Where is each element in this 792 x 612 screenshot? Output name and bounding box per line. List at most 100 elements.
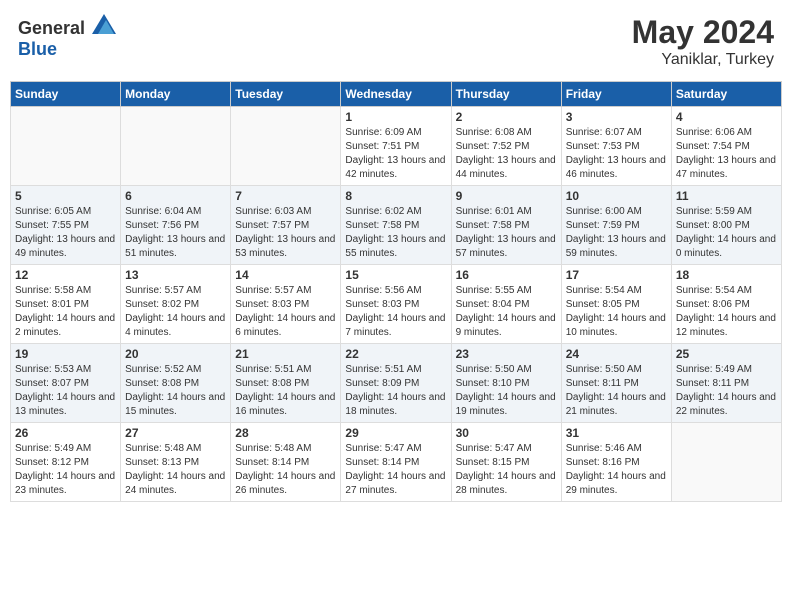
day-info: Sunrise: 5:48 AMSunset: 8:14 PMDaylight:… — [235, 442, 336, 498]
logo-icon — [92, 14, 116, 34]
calendar-cell — [671, 423, 781, 502]
calendar-cell: 8 Sunrise: 6:02 AMSunset: 7:58 PMDaylight… — [341, 186, 451, 265]
day-info: Sunrise: 5:55 AMSunset: 8:04 PMDaylight:… — [456, 284, 557, 340]
day-number: 14 — [235, 268, 336, 282]
day-info: Sunrise: 5:57 AMSunset: 8:02 PMDaylight:… — [125, 284, 226, 340]
calendar-cell: 7 Sunrise: 6:03 AMSunset: 7:57 PMDaylight… — [231, 186, 341, 265]
day-info: Sunrise: 5:52 AMSunset: 8:08 PMDaylight:… — [125, 363, 226, 419]
day-info: Sunrise: 5:57 AMSunset: 8:03 PMDaylight:… — [235, 284, 336, 340]
calendar-cell: 5Sunrise: 6:05 AMSunset: 7:55 PMDaylight… — [11, 186, 121, 265]
calendar-cell: 22 Sunrise: 5:51 AMSunset: 8:09 PMDayligh… — [341, 344, 451, 423]
calendar-cell: 17 Sunrise: 5:54 AMSunset: 8:05 PMDayligh… — [561, 265, 671, 344]
calendar-week-row: 12 Sunrise: 5:58 AMSunset: 8:01 PMDayligh… — [11, 265, 782, 344]
day-info: Sunrise: 5:47 AMSunset: 8:15 PMDaylight:… — [456, 442, 557, 498]
calendar-cell: 25 Sunrise: 5:49 AMSunset: 8:11 PMDayligh… — [671, 344, 781, 423]
calendar-cell: 11 Sunrise: 5:59 AMSunset: 8:00 PMDayligh… — [671, 186, 781, 265]
calendar-cell: 1 Sunrise: 6:09 AMSunset: 7:51 PMDaylight… — [341, 107, 451, 186]
calendar-cell: 4 Sunrise: 6:06 AMSunset: 7:54 PMDaylight… — [671, 107, 781, 186]
calendar-cell: 18Sunrise: 5:54 AMSunset: 8:06 PMDayligh… — [671, 265, 781, 344]
month-year: May 2024 — [632, 14, 774, 51]
day-info: Sunrise: 6:09 AMSunset: 7:51 PMDaylight:… — [345, 126, 446, 182]
day-info: Sunrise: 5:51 AMSunset: 8:09 PMDaylight:… — [345, 363, 446, 419]
day-number: 27 — [125, 426, 226, 440]
day-number: 26 — [15, 426, 116, 440]
calendar-cell: 27 Sunrise: 5:48 AMSunset: 8:13 PMDayligh… — [121, 423, 231, 502]
day-number: 25 — [676, 347, 777, 361]
day-info: Sunrise: 6:03 AMSunset: 7:57 PMDaylight:… — [235, 205, 336, 261]
day-info: Sunrise: 5:46 AMSunset: 8:16 PMDaylight:… — [566, 442, 667, 498]
day-number: 15 — [345, 268, 446, 282]
day-number: 24 — [566, 347, 667, 361]
day-info: Sunrise: 5:51 AMSunset: 8:08 PMDaylight:… — [235, 363, 336, 419]
calendar-cell: 9Sunrise: 6:01 AMSunset: 7:58 PMDaylight… — [451, 186, 561, 265]
day-number: 4 — [676, 110, 777, 124]
day-number: 7 — [235, 189, 336, 203]
header: General Blue May 2024 Yaniklar, Turkey — [10, 10, 782, 73]
day-number: 22 — [345, 347, 446, 361]
day-number: 29 — [345, 426, 446, 440]
day-number: 21 — [235, 347, 336, 361]
calendar-week-row: 1 Sunrise: 6:09 AMSunset: 7:51 PMDaylight… — [11, 107, 782, 186]
day-number: 1 — [345, 110, 446, 124]
day-header-saturday: Saturday — [671, 82, 781, 107]
day-number: 11 — [676, 189, 777, 203]
day-info: Sunrise: 5:56 AMSunset: 8:03 PMDaylight:… — [345, 284, 446, 340]
calendar-week-row: 5Sunrise: 6:05 AMSunset: 7:55 PMDaylight… — [11, 186, 782, 265]
calendar-cell: 23 Sunrise: 5:50 AMSunset: 8:10 PMDayligh… — [451, 344, 561, 423]
day-info: Sunrise: 5:58 AMSunset: 8:01 PMDaylight:… — [15, 284, 116, 340]
calendar-cell: 2 Sunrise: 6:08 AMSunset: 7:52 PMDaylight… — [451, 107, 561, 186]
day-number: 31 — [566, 426, 667, 440]
day-header-monday: Monday — [121, 82, 231, 107]
day-number: 6 — [125, 189, 226, 203]
day-info: Sunrise: 6:08 AMSunset: 7:52 PMDaylight:… — [456, 126, 557, 182]
logo-blue: Blue — [18, 39, 57, 59]
day-info: Sunrise: 5:49 AMSunset: 8:11 PMDaylight:… — [676, 363, 777, 419]
calendar-header-row: SundayMondayTuesdayWednesdayThursdayFrid… — [11, 82, 782, 107]
day-number: 8 — [345, 189, 446, 203]
day-info: Sunrise: 6:02 AMSunset: 7:58 PMDaylight:… — [345, 205, 446, 261]
day-header-friday: Friday — [561, 82, 671, 107]
day-number: 30 — [456, 426, 557, 440]
calendar-cell — [231, 107, 341, 186]
calendar-week-row: 26 Sunrise: 5:49 AMSunset: 8:12 PMDayligh… — [11, 423, 782, 502]
day-number: 23 — [456, 347, 557, 361]
day-info: Sunrise: 5:54 AMSunset: 8:05 PMDaylight:… — [566, 284, 667, 340]
logo-general: General — [18, 18, 85, 38]
calendar: SundayMondayTuesdayWednesdayThursdayFrid… — [10, 81, 782, 502]
calendar-cell: 12 Sunrise: 5:58 AMSunset: 8:01 PMDayligh… — [11, 265, 121, 344]
calendar-cell — [11, 107, 121, 186]
day-number: 10 — [566, 189, 667, 203]
day-number: 3 — [566, 110, 667, 124]
day-number: 2 — [456, 110, 557, 124]
day-info: Sunrise: 5:50 AMSunset: 8:10 PMDaylight:… — [456, 363, 557, 419]
day-number: 16 — [456, 268, 557, 282]
calendar-cell: 24Sunrise: 5:50 AMSunset: 8:11 PMDayligh… — [561, 344, 671, 423]
day-number: 28 — [235, 426, 336, 440]
calendar-cell: 14 Sunrise: 5:57 AMSunset: 8:03 PMDayligh… — [231, 265, 341, 344]
day-info: Sunrise: 5:59 AMSunset: 8:00 PMDaylight:… — [676, 205, 777, 261]
day-info: Sunrise: 6:04 AMSunset: 7:56 PMDaylight:… — [125, 205, 226, 261]
day-info: Sunrise: 6:06 AMSunset: 7:54 PMDaylight:… — [676, 126, 777, 182]
calendar-cell: 10 Sunrise: 6:00 AMSunset: 7:59 PMDayligh… — [561, 186, 671, 265]
day-header-sunday: Sunday — [11, 82, 121, 107]
day-number: 13 — [125, 268, 226, 282]
calendar-cell: 19Sunrise: 5:53 AMSunset: 8:07 PMDayligh… — [11, 344, 121, 423]
day-number: 17 — [566, 268, 667, 282]
logo: General Blue — [18, 14, 116, 60]
calendar-cell — [121, 107, 231, 186]
day-number: 19 — [15, 347, 116, 361]
calendar-cell: 29Sunrise: 5:47 AMSunset: 8:14 PMDayligh… — [341, 423, 451, 502]
day-info: Sunrise: 6:00 AMSunset: 7:59 PMDaylight:… — [566, 205, 667, 261]
title-block: May 2024 Yaniklar, Turkey — [632, 14, 774, 69]
day-number: 12 — [15, 268, 116, 282]
calendar-cell: 28 Sunrise: 5:48 AMSunset: 8:14 PMDayligh… — [231, 423, 341, 502]
calendar-cell: 30 Sunrise: 5:47 AMSunset: 8:15 PMDayligh… — [451, 423, 561, 502]
calendar-cell: 20Sunrise: 5:52 AMSunset: 8:08 PMDayligh… — [121, 344, 231, 423]
day-header-tuesday: Tuesday — [231, 82, 341, 107]
day-info: Sunrise: 5:48 AMSunset: 8:13 PMDaylight:… — [125, 442, 226, 498]
day-info: Sunrise: 6:07 AMSunset: 7:53 PMDaylight:… — [566, 126, 667, 182]
day-info: Sunrise: 5:49 AMSunset: 8:12 PMDaylight:… — [15, 442, 116, 498]
day-info: Sunrise: 6:01 AMSunset: 7:58 PMDaylight:… — [456, 205, 557, 261]
day-info: Sunrise: 5:54 AMSunset: 8:06 PMDaylight:… — [676, 284, 777, 340]
day-info: Sunrise: 6:05 AMSunset: 7:55 PMDaylight:… — [15, 205, 116, 261]
